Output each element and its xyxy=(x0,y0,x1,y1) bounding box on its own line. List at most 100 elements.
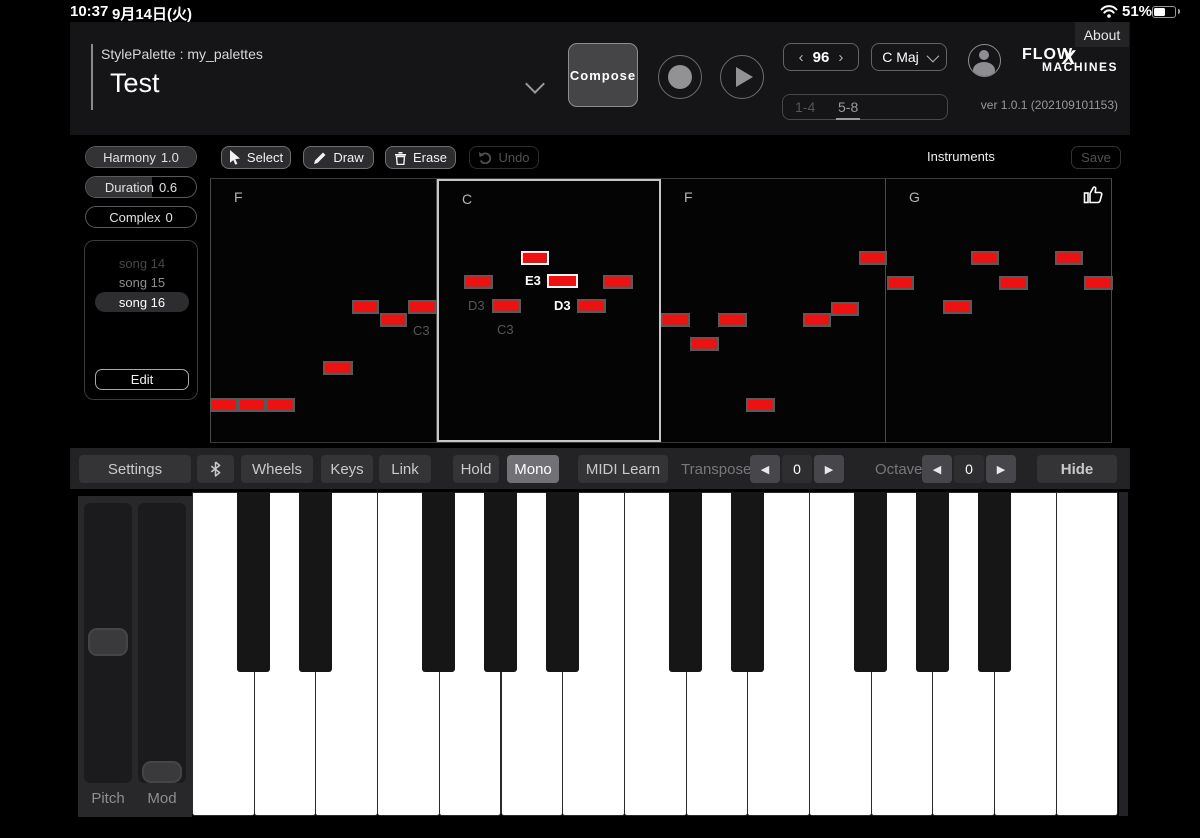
compose-button[interactable]: Compose xyxy=(568,43,638,107)
midi-note[interactable] xyxy=(999,276,1028,290)
version-label: ver 1.0.1 (202109101153) xyxy=(981,98,1118,112)
black-key-2[interactable] xyxy=(299,492,332,672)
hide-button[interactable]: Hide xyxy=(1037,455,1117,483)
edit-button[interactable]: Edit xyxy=(95,369,189,390)
midi-note[interactable] xyxy=(690,337,719,351)
status-bar: 10:37 9月14日(火) 51% xyxy=(0,0,1200,22)
midi-note[interactable] xyxy=(238,398,266,412)
battery-percent: 51% xyxy=(1122,3,1152,20)
tempo-increase-button[interactable]: › xyxy=(838,50,843,65)
param-harmony[interactable]: Harmony1.0 xyxy=(85,146,197,168)
midi-note[interactable] xyxy=(661,313,690,327)
bar-segment-1-4[interactable]: 1-4 xyxy=(795,99,815,115)
white-key-14[interactable] xyxy=(1056,492,1119,816)
battery-nub xyxy=(1178,9,1180,14)
tempo-value: 96 xyxy=(813,49,830,66)
undo-button[interactable]: Undo xyxy=(469,146,539,169)
select-tool-button[interactable]: Select xyxy=(221,146,291,169)
black-key-13[interactable] xyxy=(978,492,1011,672)
cursor-icon xyxy=(229,150,241,165)
midi-note[interactable] xyxy=(492,299,521,313)
song-item-song-16[interactable]: song 16 xyxy=(95,292,189,312)
wifi-icon xyxy=(1100,5,1118,18)
midi-note[interactable] xyxy=(887,276,914,290)
pitch-wheel-handle[interactable] xyxy=(88,628,128,656)
save-button[interactable]: Save xyxy=(1071,146,1121,169)
midi-note[interactable] xyxy=(718,313,747,327)
black-key-12[interactable] xyxy=(916,492,949,672)
date-label: 9月14日(火) xyxy=(112,3,192,24)
bar-range-selector[interactable]: 1-4 5-8 xyxy=(782,94,948,120)
wheels-button[interactable]: Wheels xyxy=(241,455,313,483)
mod-wheel[interactable] xyxy=(138,503,186,783)
midi-note[interactable] xyxy=(1084,276,1113,290)
link-button[interactable]: Link xyxy=(379,455,431,483)
black-key-11[interactable] xyxy=(854,492,887,672)
midi-note[interactable] xyxy=(408,300,437,314)
tempo-decrease-button[interactable]: ‹ xyxy=(799,50,804,65)
midi-note[interactable] xyxy=(323,361,353,375)
midi-note[interactable] xyxy=(352,300,379,314)
black-key-9[interactable] xyxy=(731,492,764,672)
roll-section-G-3[interactable]: G xyxy=(886,179,1112,442)
song-item-song-14[interactable]: song 14 xyxy=(95,253,189,273)
black-key-8[interactable] xyxy=(669,492,702,672)
key-select[interactable]: C Maj xyxy=(871,43,947,71)
chevron-down-icon[interactable] xyxy=(528,77,548,97)
octave-down-button[interactable]: ◀ xyxy=(922,455,952,483)
midi-note[interactable] xyxy=(266,398,295,412)
midi-note[interactable] xyxy=(380,313,407,327)
black-key-5[interactable] xyxy=(484,492,517,672)
midi-note[interactable] xyxy=(603,275,633,289)
midi-note[interactable] xyxy=(577,299,606,313)
param-text: Harmony1.0 xyxy=(86,147,196,167)
midi-learn-button[interactable]: MIDI Learn xyxy=(578,455,668,483)
bluetooth-button[interactable] xyxy=(197,455,234,483)
record-icon xyxy=(668,65,692,89)
pitch-label: Pitch xyxy=(84,790,132,807)
transpose-label: Transpose: xyxy=(681,461,755,478)
midi-note[interactable] xyxy=(971,251,999,265)
song-item-song-15[interactable]: song 15 xyxy=(95,272,189,292)
mono-button[interactable]: Mono xyxy=(507,455,559,483)
transpose-down-button[interactable]: ◀ xyxy=(750,455,780,483)
midi-note[interactable] xyxy=(943,300,972,314)
bar-segment-5-8[interactable]: 5-8 xyxy=(838,99,858,115)
pitch-name-label: E3 xyxy=(525,273,541,288)
mod-wheel-handle[interactable] xyxy=(142,761,182,783)
black-key-4[interactable] xyxy=(422,492,455,672)
piano-roll[interactable]: FCFGC3E3D3D3C3 xyxy=(210,178,1112,443)
title-divider xyxy=(91,44,93,110)
octave-up-button[interactable]: ▶ xyxy=(986,455,1016,483)
avatar[interactable] xyxy=(968,44,1001,77)
pitch-wheel[interactable] xyxy=(84,503,132,783)
param-duration[interactable]: Duration0.6 xyxy=(85,176,197,198)
chevron-down-icon xyxy=(926,49,939,62)
about-button[interactable]: About xyxy=(1075,22,1129,47)
clock: 10:37 xyxy=(70,3,108,20)
keys-button[interactable]: Keys xyxy=(321,455,373,483)
settings-button[interactable]: Settings xyxy=(79,455,191,483)
midi-note[interactable] xyxy=(464,275,493,289)
midi-note[interactable] xyxy=(746,398,775,412)
keyboard-zone: Pitch Mod xyxy=(70,489,1130,838)
param-complex[interactable]: Complex0 xyxy=(85,206,197,228)
midi-note[interactable] xyxy=(1055,251,1083,265)
black-key-1[interactable] xyxy=(237,492,270,672)
erase-tool-button[interactable]: Erase xyxy=(385,146,456,169)
mod-label: Mod xyxy=(138,790,186,807)
play-button[interactable] xyxy=(720,55,764,99)
midi-note[interactable] xyxy=(803,313,831,327)
record-button[interactable] xyxy=(658,55,702,99)
black-key-6[interactable] xyxy=(546,492,579,672)
hold-button[interactable]: Hold xyxy=(453,455,499,483)
midi-note[interactable] xyxy=(210,398,238,412)
midi-note[interactable] xyxy=(831,302,859,316)
pitch-name-label: C3 xyxy=(497,322,514,337)
draw-tool-button[interactable]: Draw xyxy=(303,146,374,169)
transpose-up-button[interactable]: ▶ xyxy=(814,455,844,483)
midi-note[interactable] xyxy=(521,251,549,265)
chord-label: F xyxy=(684,189,693,205)
midi-note[interactable] xyxy=(859,251,887,265)
midi-note[interactable] xyxy=(547,274,578,288)
